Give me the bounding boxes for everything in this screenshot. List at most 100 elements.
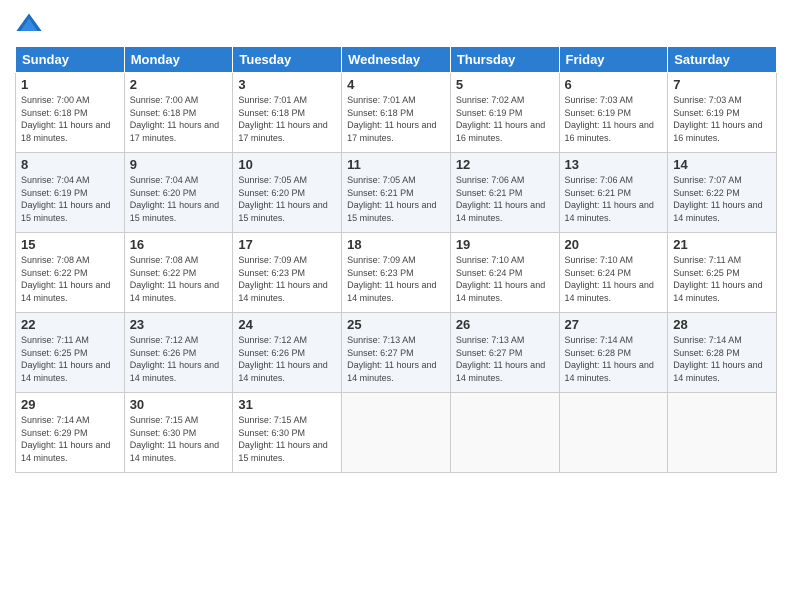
logo-icon <box>15 10 43 38</box>
day-number: 26 <box>456 317 554 332</box>
day-number: 6 <box>565 77 663 92</box>
page: SundayMondayTuesdayWednesdayThursdayFrid… <box>0 0 792 612</box>
day-info: Sunrise: 7:01 AMSunset: 6:18 PMDaylight:… <box>347 94 445 144</box>
calendar-cell: 19Sunrise: 7:10 AMSunset: 6:24 PMDayligh… <box>450 233 559 313</box>
day-number: 7 <box>673 77 771 92</box>
day-info: Sunrise: 7:06 AMSunset: 6:21 PMDaylight:… <box>565 174 663 224</box>
day-number: 20 <box>565 237 663 252</box>
calendar-cell: 15Sunrise: 7:08 AMSunset: 6:22 PMDayligh… <box>16 233 125 313</box>
calendar-cell: 11 Sunrise: 7:05 AMSunset: 6:21 PMDayligh… <box>342 153 451 233</box>
day-number: 2 <box>130 77 228 92</box>
day-number: 14 <box>673 157 771 172</box>
week-row-4: 22Sunrise: 7:11 AMSunset: 6:25 PMDayligh… <box>16 313 777 393</box>
day-number: 27 <box>565 317 663 332</box>
day-header-monday: Monday <box>124 47 233 73</box>
day-number: 18 <box>347 237 445 252</box>
day-info: Sunrise: 7:13 AMSunset: 6:27 PMDaylight:… <box>347 334 445 384</box>
day-info: Sunrise: 7:05 AMSunset: 6:21 PMDaylight:… <box>347 174 445 224</box>
calendar-cell <box>559 393 668 473</box>
calendar-cell: 31 Sunrise: 7:15 AMSunset: 6:30 PMDayligh… <box>233 393 342 473</box>
day-info: Sunrise: 7:09 AMSunset: 6:23 PMDaylight:… <box>347 254 445 304</box>
day-number: 10 <box>238 157 336 172</box>
calendar-cell: 10Sunrise: 7:05 AMSunset: 6:20 PMDayligh… <box>233 153 342 233</box>
day-info: Sunrise: 7:02 AMSunset: 6:19 PMDaylight:… <box>456 94 554 144</box>
logo <box>15 10 47 38</box>
day-number: 23 <box>130 317 228 332</box>
day-number: 9 <box>130 157 228 172</box>
calendar-cell: 26 Sunrise: 7:13 AMSunset: 6:27 PMDayligh… <box>450 313 559 393</box>
day-info: Sunrise: 7:13 AMSunset: 6:27 PMDaylight:… <box>456 334 554 384</box>
day-info: Sunrise: 7:15 AMSunset: 6:30 PMDaylight:… <box>130 414 228 464</box>
calendar-cell: 22Sunrise: 7:11 AMSunset: 6:25 PMDayligh… <box>16 313 125 393</box>
calendar-cell: 16Sunrise: 7:08 AMSunset: 6:22 PMDayligh… <box>124 233 233 313</box>
calendar-header-row: SundayMondayTuesdayWednesdayThursdayFrid… <box>16 47 777 73</box>
calendar-cell <box>668 393 777 473</box>
week-row-5: 29 Sunrise: 7:14 AMSunset: 6:29 PMDayligh… <box>16 393 777 473</box>
calendar-cell: 30 Sunrise: 7:15 AMSunset: 6:30 PMDayligh… <box>124 393 233 473</box>
calendar-cell: 4 Sunrise: 7:01 AMSunset: 6:18 PMDaylight… <box>342 73 451 153</box>
calendar-cell: 9 Sunrise: 7:04 AMSunset: 6:20 PMDaylight… <box>124 153 233 233</box>
day-number: 31 <box>238 397 336 412</box>
header <box>15 10 777 38</box>
day-info: Sunrise: 7:15 AMSunset: 6:30 PMDaylight:… <box>238 414 336 464</box>
day-info: Sunrise: 7:08 AMSunset: 6:22 PMDaylight:… <box>130 254 228 304</box>
day-info: Sunrise: 7:14 AMSunset: 6:28 PMDaylight:… <box>673 334 771 384</box>
day-number: 3 <box>238 77 336 92</box>
day-info: Sunrise: 7:11 AMSunset: 6:25 PMDaylight:… <box>21 334 119 384</box>
calendar-cell: 29 Sunrise: 7:14 AMSunset: 6:29 PMDayligh… <box>16 393 125 473</box>
day-header-friday: Friday <box>559 47 668 73</box>
day-info: Sunrise: 7:07 AMSunset: 6:22 PMDaylight:… <box>673 174 771 224</box>
calendar-cell: 1 Sunrise: 7:00 AMSunset: 6:18 PMDaylight… <box>16 73 125 153</box>
week-row-3: 15Sunrise: 7:08 AMSunset: 6:22 PMDayligh… <box>16 233 777 313</box>
day-number: 8 <box>21 157 119 172</box>
calendar-cell <box>450 393 559 473</box>
calendar-cell: 12Sunrise: 7:06 AMSunset: 6:21 PMDayligh… <box>450 153 559 233</box>
calendar-cell: 21Sunrise: 7:11 AMSunset: 6:25 PMDayligh… <box>668 233 777 313</box>
day-number: 29 <box>21 397 119 412</box>
day-info: Sunrise: 7:03 AMSunset: 6:19 PMDaylight:… <box>565 94 663 144</box>
calendar-cell: 8 Sunrise: 7:04 AMSunset: 6:19 PMDaylight… <box>16 153 125 233</box>
day-number: 1 <box>21 77 119 92</box>
day-info: Sunrise: 7:12 AMSunset: 6:26 PMDaylight:… <box>238 334 336 384</box>
day-number: 4 <box>347 77 445 92</box>
calendar-cell: 27 Sunrise: 7:14 AMSunset: 6:28 PMDayligh… <box>559 313 668 393</box>
calendar-cell: 13 Sunrise: 7:06 AMSunset: 6:21 PMDayligh… <box>559 153 668 233</box>
day-number: 24 <box>238 317 336 332</box>
day-number: 13 <box>565 157 663 172</box>
day-number: 11 <box>347 157 445 172</box>
calendar-cell: 14 Sunrise: 7:07 AMSunset: 6:22 PMDayligh… <box>668 153 777 233</box>
calendar-cell: 3 Sunrise: 7:01 AMSunset: 6:18 PMDaylight… <box>233 73 342 153</box>
day-number: 28 <box>673 317 771 332</box>
day-info: Sunrise: 7:04 AMSunset: 6:19 PMDaylight:… <box>21 174 119 224</box>
day-info: Sunrise: 7:10 AMSunset: 6:24 PMDaylight:… <box>565 254 663 304</box>
week-row-1: 1 Sunrise: 7:00 AMSunset: 6:18 PMDaylight… <box>16 73 777 153</box>
day-info: Sunrise: 7:12 AMSunset: 6:26 PMDaylight:… <box>130 334 228 384</box>
calendar-cell: 25 Sunrise: 7:13 AMSunset: 6:27 PMDayligh… <box>342 313 451 393</box>
calendar-cell <box>342 393 451 473</box>
calendar-cell: 28 Sunrise: 7:14 AMSunset: 6:28 PMDayligh… <box>668 313 777 393</box>
day-info: Sunrise: 7:09 AMSunset: 6:23 PMDaylight:… <box>238 254 336 304</box>
calendar-cell: 23 Sunrise: 7:12 AMSunset: 6:26 PMDayligh… <box>124 313 233 393</box>
day-number: 5 <box>456 77 554 92</box>
calendar-cell: 17Sunrise: 7:09 AMSunset: 6:23 PMDayligh… <box>233 233 342 313</box>
calendar-cell: 24 Sunrise: 7:12 AMSunset: 6:26 PMDayligh… <box>233 313 342 393</box>
day-number: 30 <box>130 397 228 412</box>
calendar-cell: 7Sunrise: 7:03 AMSunset: 6:19 PMDaylight… <box>668 73 777 153</box>
calendar-cell: 2Sunrise: 7:00 AMSunset: 6:18 PMDaylight… <box>124 73 233 153</box>
day-number: 12 <box>456 157 554 172</box>
day-header-thursday: Thursday <box>450 47 559 73</box>
day-info: Sunrise: 7:04 AMSunset: 6:20 PMDaylight:… <box>130 174 228 224</box>
calendar-cell: 20 Sunrise: 7:10 AMSunset: 6:24 PMDayligh… <box>559 233 668 313</box>
day-header-wednesday: Wednesday <box>342 47 451 73</box>
day-info: Sunrise: 7:00 AMSunset: 6:18 PMDaylight:… <box>21 94 119 144</box>
day-info: Sunrise: 7:10 AMSunset: 6:24 PMDaylight:… <box>456 254 554 304</box>
calendar-cell: 5 Sunrise: 7:02 AMSunset: 6:19 PMDaylight… <box>450 73 559 153</box>
day-info: Sunrise: 7:14 AMSunset: 6:28 PMDaylight:… <box>565 334 663 384</box>
day-info: Sunrise: 7:14 AMSunset: 6:29 PMDaylight:… <box>21 414 119 464</box>
day-header-sunday: Sunday <box>16 47 125 73</box>
day-info: Sunrise: 7:01 AMSunset: 6:18 PMDaylight:… <box>238 94 336 144</box>
day-info: Sunrise: 7:08 AMSunset: 6:22 PMDaylight:… <box>21 254 119 304</box>
week-row-2: 8 Sunrise: 7:04 AMSunset: 6:19 PMDaylight… <box>16 153 777 233</box>
calendar-table: SundayMondayTuesdayWednesdayThursdayFrid… <box>15 46 777 473</box>
day-number: 25 <box>347 317 445 332</box>
